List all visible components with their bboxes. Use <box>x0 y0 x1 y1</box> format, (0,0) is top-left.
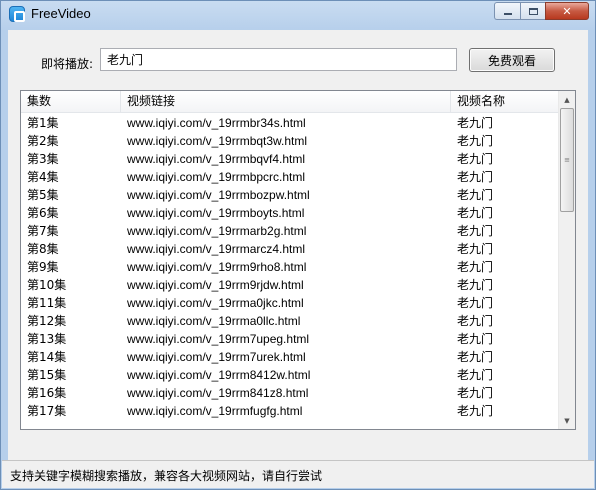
column-header-episode[interactable]: 集数 <box>21 91 121 113</box>
table-row[interactable]: 第9集 www.iqiyi.com/v_19rrm9rho8.html 老九门 <box>21 258 558 276</box>
episode-cell: 第7集 <box>27 224 59 238</box>
window-title: FreeVideo <box>31 6 91 21</box>
main-panel: 即将播放: 免费观看 集数 视频链接 视频名称 第1集 www.iqiyi.com… <box>8 30 588 483</box>
list-rows: 第1集 www.iqiyi.com/v_19rrmbr34s.html 老九门 第2集… <box>21 114 558 420</box>
url-cell: www.iqiyi.com/v_19rrm9rjdw.html <box>127 278 304 292</box>
name-cell: 老九门 <box>457 404 494 418</box>
episode-cell: 第10集 <box>27 278 67 292</box>
url-cell: www.iqiyi.com/v_19rrm841z8.html <box>127 386 309 400</box>
episode-cell: 第11集 <box>27 296 67 310</box>
close-icon: ✕ <box>562 4 572 18</box>
episode-cell: 第8集 <box>27 242 59 256</box>
column-header-url[interactable]: 视频链接 <box>121 91 451 113</box>
episode-cell: 第17集 <box>27 404 67 418</box>
table-row[interactable]: 第17集 www.iqiyi.com/v_19rrmfugfg.html 老九门 <box>21 402 558 420</box>
play-label: 即将播放: <box>41 57 94 71</box>
url-cell: www.iqiyi.com/v_19rrma0jkc.html <box>127 296 304 310</box>
table-row[interactable]: 第11集 www.iqiyi.com/v_19rrma0jkc.html 老九门 <box>21 294 558 312</box>
status-text: 支持关键字模糊搜索播放，兼容各大视频网站，请自行尝试 <box>10 469 323 483</box>
close-button[interactable]: ✕ <box>545 2 589 20</box>
url-cell: www.iqiyi.com/v_19rrmbqt3w.html <box>127 134 308 148</box>
name-cell: 老九门 <box>457 350 494 364</box>
table-row[interactable]: 第6集 www.iqiyi.com/v_19rrmboyts.html 老九门 <box>21 204 558 222</box>
url-cell: www.iqiyi.com/v_19rrmbr34s.html <box>127 116 306 130</box>
url-cell: www.iqiyi.com/v_19rrmbpcrc.html <box>127 170 306 184</box>
app-logo-icon <box>9 6 25 22</box>
episode-cell: 第13集 <box>27 332 67 346</box>
table-row[interactable]: 第4集 www.iqiyi.com/v_19rrmbpcrc.html 老九门 <box>21 168 558 186</box>
app-window: FreeVideo ✕ 即将播放: 免费观看 集数 视频链接 视频名称 第1集 w… <box>0 0 596 490</box>
column-header-name[interactable]: 视频名称 <box>451 91 558 113</box>
url-cell: www.iqiyi.com/v_19rrma0llc.html <box>127 314 301 328</box>
url-cell: www.iqiyi.com/v_19rrmarcz4.html <box>127 242 306 256</box>
url-cell: www.iqiyi.com/v_19rrmarb2g.html <box>127 224 307 238</box>
url-cell: www.iqiyi.com/v_19rrmboyts.html <box>127 206 305 220</box>
name-cell: 老九门 <box>457 206 494 220</box>
table-row[interactable]: 第8集 www.iqiyi.com/v_19rrmarcz4.html 老九门 <box>21 240 558 258</box>
episode-cell: 第5集 <box>27 188 59 202</box>
url-cell: www.iqiyi.com/v_19rrm8412w.html <box>127 368 311 382</box>
name-cell: 老九门 <box>457 368 494 382</box>
search-input[interactable] <box>100 48 457 71</box>
episode-list[interactable]: 集数 视频链接 视频名称 第1集 www.iqiyi.com/v_19rrmbr3… <box>20 90 576 430</box>
episode-cell: 第12集 <box>27 314 67 328</box>
table-row[interactable]: 第3集 www.iqiyi.com/v_19rrmbqvf4.html 老九门 <box>21 150 558 168</box>
table-row[interactable]: 第7集 www.iqiyi.com/v_19rrmarb2g.html 老九门 <box>21 222 558 240</box>
episode-cell: 第9集 <box>27 260 59 274</box>
name-cell: 老九门 <box>457 242 494 256</box>
status-bar: 支持关键字模糊搜索播放，兼容各大视频网站，请自行尝试 <box>2 460 594 488</box>
name-cell: 老九门 <box>457 224 494 238</box>
table-row[interactable]: 第1集 www.iqiyi.com/v_19rrmbr34s.html 老九门 <box>21 114 558 132</box>
episode-cell: 第15集 <box>27 368 67 382</box>
maximize-button[interactable] <box>520 2 545 20</box>
list-header: 集数 视频链接 视频名称 <box>21 91 558 113</box>
name-cell: 老九门 <box>457 314 494 328</box>
url-cell: www.iqiyi.com/v_19rrmfugfg.html <box>127 404 303 418</box>
maximize-icon <box>528 7 538 15</box>
url-cell: www.iqiyi.com/v_19rrm9rho8.html <box>127 260 307 274</box>
name-cell: 老九门 <box>457 134 494 148</box>
vertical-scrollbar[interactable]: ▲ ≡ ▼ <box>558 91 575 429</box>
minimize-button[interactable] <box>494 2 520 20</box>
table-row[interactable]: 第14集 www.iqiyi.com/v_19rrm7urek.html 老九门 <box>21 348 558 366</box>
name-cell: 老九门 <box>457 386 494 400</box>
table-row[interactable]: 第16集 www.iqiyi.com/v_19rrm841z8.html 老九门 <box>21 384 558 402</box>
table-row[interactable]: 第10集 www.iqiyi.com/v_19rrm9rjdw.html 老九门 <box>21 276 558 294</box>
title-bar[interactable]: FreeVideo ✕ <box>1 1 595 28</box>
minimize-icon <box>503 13 512 15</box>
table-row[interactable]: 第13集 www.iqiyi.com/v_19rrm7upeg.html 老九门 <box>21 330 558 348</box>
episode-cell: 第2集 <box>27 134 59 148</box>
scroll-thumb[interactable]: ≡ <box>560 108 574 212</box>
watch-free-button[interactable]: 免费观看 <box>469 48 555 72</box>
url-cell: www.iqiyi.com/v_19rrm7upeg.html <box>127 332 310 346</box>
name-cell: 老九门 <box>457 296 494 310</box>
url-cell: www.iqiyi.com/v_19rrm7urek.html <box>127 350 306 364</box>
name-cell: 老九门 <box>457 152 494 166</box>
name-cell: 老九门 <box>457 170 494 184</box>
table-row[interactable]: 第2集 www.iqiyi.com/v_19rrmbqt3w.html 老九门 <box>21 132 558 150</box>
name-cell: 老九门 <box>457 260 494 274</box>
url-cell: www.iqiyi.com/v_19rrmbozpw.html <box>127 188 310 202</box>
name-cell: 老九门 <box>457 278 494 292</box>
name-cell: 老九门 <box>457 188 494 202</box>
episode-cell: 第14集 <box>27 350 67 364</box>
table-row[interactable]: 第12集 www.iqiyi.com/v_19rrma0llc.html 老九门 <box>21 312 558 330</box>
scroll-up-icon[interactable]: ▲ <box>559 91 575 108</box>
url-cell: www.iqiyi.com/v_19rrmbqvf4.html <box>127 152 306 166</box>
episode-cell: 第16集 <box>27 386 67 400</box>
table-row[interactable]: 第5集 www.iqiyi.com/v_19rrmbozpw.html 老九门 <box>21 186 558 204</box>
name-cell: 老九门 <box>457 116 494 130</box>
episode-cell: 第3集 <box>27 152 59 166</box>
episode-cell: 第1集 <box>27 116 59 130</box>
window-controls: ✕ <box>494 2 589 20</box>
episode-cell: 第4集 <box>27 170 59 184</box>
episode-cell: 第6集 <box>27 206 59 220</box>
scroll-down-icon[interactable]: ▼ <box>559 412 575 429</box>
table-row[interactable]: 第15集 www.iqiyi.com/v_19rrm8412w.html 老九门 <box>21 366 558 384</box>
name-cell: 老九门 <box>457 332 494 346</box>
